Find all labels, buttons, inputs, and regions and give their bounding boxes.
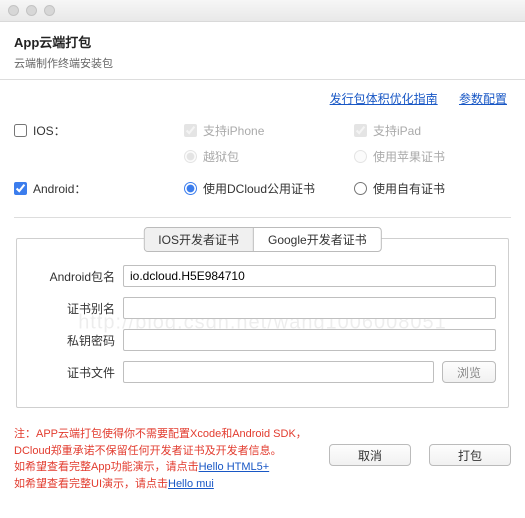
apple-cert-label: 使用苹果证书 xyxy=(373,148,445,165)
jailbreak-radio xyxy=(184,150,197,163)
tab-google-cert[interactable]: Google开发者证书 xyxy=(253,228,381,251)
footer-note: 注：APP云端打包使得你不需要配置Xcode和Android SDK， DClo… xyxy=(14,426,319,492)
minimize-icon[interactable] xyxy=(26,5,37,16)
file-label: 证书文件 xyxy=(29,364,115,381)
platform-section: IOS： 支持iPhone 支持iPad 越狱包 使用苹果证书 Android：… xyxy=(0,113,525,211)
support-ipad-checkbox xyxy=(354,124,367,137)
link-size-guide[interactable]: 发行包体积优化指南 xyxy=(330,92,438,106)
pwd-label: 私钥密码 xyxy=(29,332,115,349)
android-label: Android： xyxy=(33,180,86,197)
alias-label: 证书别名 xyxy=(29,300,115,317)
close-icon[interactable] xyxy=(8,5,19,16)
dialog-subtitle: 云端制作终端安装包 xyxy=(14,55,511,71)
tab-ios-cert[interactable]: IOS开发者证书 xyxy=(144,228,253,251)
ios-checkbox[interactable] xyxy=(14,124,27,137)
own-cert-label: 使用自有证书 xyxy=(373,180,445,197)
pkg-label: Android包名 xyxy=(29,268,115,285)
link-hello-mui[interactable]: Hello mui xyxy=(168,478,214,490)
file-input[interactable] xyxy=(123,361,434,383)
note-l2: DCloud郑重承诺不保留任何开发者证书及开发者信息。 xyxy=(14,445,282,457)
pack-button[interactable]: 打包 xyxy=(429,444,511,466)
jailbreak-label: 越狱包 xyxy=(203,148,239,165)
divider xyxy=(14,217,511,218)
pwd-input[interactable] xyxy=(123,329,496,351)
note-l3: 如希望查看完整App功能演示，请点击 xyxy=(14,461,199,473)
dialog-title: App云端打包 xyxy=(14,32,511,51)
android-checkbox[interactable] xyxy=(14,182,27,195)
dcloud-cert-label: 使用DCloud公用证书 xyxy=(203,180,315,197)
dcloud-cert-radio[interactable] xyxy=(184,182,197,195)
link-hello-html5[interactable]: Hello HTML5+ xyxy=(199,461,270,473)
zoom-icon[interactable] xyxy=(44,5,55,16)
footer: 注：APP云端打包使得你不需要配置Xcode和Android SDK， DClo… xyxy=(0,418,525,506)
cert-tabs: IOS开发者证书 Google开发者证书 xyxy=(143,227,381,252)
browse-button[interactable]: 浏览 xyxy=(442,361,496,383)
dialog-header: App云端打包 云端制作终端安装包 xyxy=(0,22,525,80)
note-prefix: 注： xyxy=(14,428,36,440)
cert-panel: IOS开发者证书 Google开发者证书 Android包名 证书别名 私钥密码… xyxy=(16,238,509,408)
top-links: 发行包体积优化指南 参数配置 xyxy=(0,80,525,113)
own-cert-radio[interactable] xyxy=(354,182,367,195)
pkg-input[interactable] xyxy=(123,265,496,287)
support-iphone-label: 支持iPhone xyxy=(203,122,264,139)
support-ipad-label: 支持iPad xyxy=(373,122,421,139)
alias-input[interactable] xyxy=(123,297,496,319)
support-iphone-checkbox xyxy=(184,124,197,137)
note-l4: 如希望查看完整UI演示，请点击 xyxy=(14,478,168,490)
apple-cert-radio xyxy=(354,150,367,163)
link-params[interactable]: 参数配置 xyxy=(459,92,507,106)
titlebar xyxy=(0,0,525,22)
note-l1: APP云端打包使得你不需要配置Xcode和Android SDK， xyxy=(36,428,307,440)
cancel-button[interactable]: 取消 xyxy=(329,444,411,466)
ios-label: IOS： xyxy=(33,122,66,139)
